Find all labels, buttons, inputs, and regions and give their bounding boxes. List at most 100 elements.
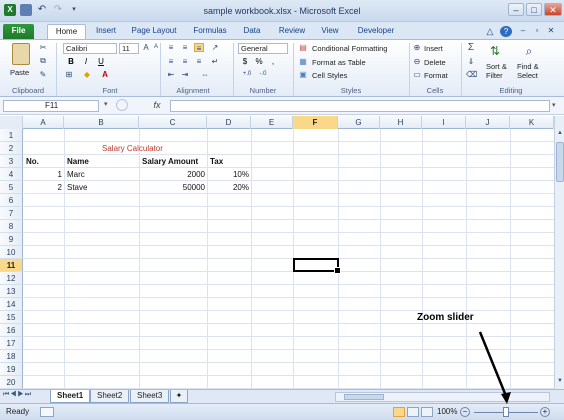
normal-view-icon[interactable] [393, 407, 405, 417]
minimize-ribbon-icon[interactable]: △ [484, 24, 496, 39]
row-header-9[interactable]: 9 [0, 233, 23, 246]
copy-icon[interactable]: ⧉ [38, 56, 48, 65]
conditional-formatting-icon[interactable]: ▤ [298, 43, 308, 52]
help-icon[interactable]: ? [500, 26, 512, 37]
align-bottom-icon[interactable]: ≡ [194, 43, 204, 53]
conditional-formatting-button[interactable]: Conditional Formatting [312, 44, 387, 53]
row-header-15[interactable]: 15 [0, 311, 23, 324]
macro-record-icon[interactable] [40, 407, 54, 417]
cell-b3[interactable]: Name [67, 155, 89, 168]
name-box-dropdown-icon[interactable]: ▾ [104, 100, 112, 108]
doc-minimize-icon[interactable]: – [518, 24, 528, 39]
merge-center-icon[interactable]: ⇔ [200, 70, 210, 79]
insert-cells-icon[interactable]: ⊕ [412, 43, 422, 52]
currency-button[interactable]: $ [240, 57, 250, 66]
clear-icon[interactable]: ⌫ [466, 70, 477, 79]
wrap-text-icon[interactable]: ↵ [210, 57, 220, 66]
maximize-button[interactable]: □ [526, 3, 542, 16]
sort-filter-button[interactable]: Sort & [486, 62, 507, 71]
row-header-19[interactable]: 19 [0, 363, 23, 376]
zoom-out-icon[interactable]: − [460, 407, 470, 417]
delete-button[interactable]: Delete [424, 58, 446, 67]
cut-icon[interactable]: ✂ [38, 43, 48, 52]
cell-c3[interactable]: Salary Amount [142, 155, 198, 168]
cell-b4[interactable]: Marc [67, 168, 85, 181]
grow-font-icon[interactable]: A [141, 43, 151, 52]
cell-styles-button[interactable]: Cell Styles [312, 71, 347, 80]
expand-formula-bar-icon[interactable]: ▾ [552, 101, 560, 109]
delete-cells-icon[interactable]: ⊖ [412, 57, 422, 66]
find-select-icon[interactable]: ⌕ [522, 43, 536, 59]
sort-filter-icon[interactable]: ⇅ [488, 43, 502, 59]
font-name-select[interactable]: Calibri [63, 43, 117, 54]
italic-button[interactable]: I [81, 57, 91, 66]
paste-icon[interactable] [12, 43, 30, 65]
autosum-button[interactable]: Σ [466, 43, 476, 53]
row-header-13[interactable]: 13 [0, 285, 23, 298]
row-header-6[interactable]: 6 [0, 194, 23, 207]
format-painter-icon[interactable]: ✎ [38, 70, 48, 79]
row-header-11[interactable]: 11 [0, 259, 23, 272]
row-header-3[interactable]: 3 [0, 155, 23, 168]
sheet-tab-1[interactable]: Sheet1 [50, 390, 91, 403]
row-header-5[interactable]: 5 [0, 181, 23, 194]
underline-button[interactable]: U [96, 57, 106, 66]
select-all-corner[interactable] [0, 116, 23, 129]
row-header-18[interactable]: 18 [0, 350, 23, 363]
zoom-level[interactable]: 100% [437, 407, 457, 416]
column-header-i[interactable]: I [422, 116, 466, 129]
insert-sheet-icon[interactable]: ✦ [170, 390, 188, 403]
tab-view[interactable]: View [318, 24, 342, 39]
number-format-select[interactable]: General [238, 43, 288, 54]
tab-insert[interactable]: Insert [92, 24, 120, 39]
tab-review[interactable]: Review [276, 24, 308, 39]
row-header-4[interactable]: 4 [0, 168, 23, 181]
insert-button[interactable]: Insert [424, 44, 443, 53]
column-header-c[interactable]: C [139, 116, 207, 129]
sheet-nav-arrows-icon[interactable]: ⏮◀▶⏭ [3, 391, 32, 399]
horizontal-scroll-thumb[interactable] [344, 394, 384, 400]
column-header-j[interactable]: J [466, 116, 510, 129]
column-header-k[interactable]: K [510, 116, 554, 129]
minimize-button[interactable]: – [508, 3, 524, 16]
cell-b2[interactable]: Salary Calculator [102, 142, 163, 155]
increase-decimal-button[interactable]: +.0 [240, 70, 254, 79]
find-select-button-line2[interactable]: Select [517, 71, 538, 80]
find-select-button[interactable]: Find & [517, 62, 539, 71]
sheet-tab-2[interactable]: Sheet2 [90, 390, 130, 403]
cell-a4[interactable]: 1 [26, 168, 62, 181]
font-size-select[interactable]: 11 [119, 43, 139, 54]
insert-function-button[interactable]: fx [146, 100, 168, 112]
doc-restore-icon[interactable]: ▫ [532, 24, 542, 39]
tab-home[interactable]: Home [47, 24, 86, 39]
comma-button[interactable]: , [268, 57, 278, 66]
tab-developer[interactable]: Developer [354, 24, 398, 39]
cell-a5[interactable]: 2 [26, 181, 62, 194]
cell-c4[interactable]: 2000 [142, 168, 205, 181]
paste-button[interactable]: Paste [10, 68, 29, 77]
format-as-table-icon[interactable]: ▦ [298, 57, 308, 66]
tab-formulas[interactable]: Formulas [190, 24, 230, 39]
fill-color-icon[interactable]: ◆ [82, 70, 92, 79]
doc-close-icon[interactable]: ✕ [546, 24, 556, 39]
row-header-17[interactable]: 17 [0, 337, 23, 350]
tab-page-layout[interactable]: Page Layout [128, 24, 180, 39]
font-color-icon[interactable]: A [100, 70, 110, 79]
format-cells-icon[interactable]: ▭ [412, 70, 422, 79]
tab-data[interactable]: Data [240, 24, 264, 39]
row-header-8[interactable]: 8 [0, 220, 23, 233]
align-middle-icon[interactable]: ≡ [180, 43, 190, 52]
zoom-slider-thumb[interactable] [503, 407, 509, 417]
row-header-12[interactable]: 12 [0, 272, 23, 285]
close-button[interactable]: ✕ [544, 3, 562, 16]
cell-a3[interactable]: No. [26, 155, 39, 168]
row-header-16[interactable]: 16 [0, 324, 23, 337]
fill-icon[interactable]: ⇓ [466, 57, 476, 66]
active-cell-f11[interactable] [293, 258, 341, 274]
column-header-g[interactable]: G [338, 116, 380, 129]
align-center-icon[interactable]: ≡ [180, 57, 190, 66]
row-header-20[interactable]: 20 [0, 376, 23, 389]
page-break-view-icon[interactable] [421, 407, 433, 417]
cell-c5[interactable]: 50000 [142, 181, 205, 194]
bold-button[interactable]: B [66, 57, 76, 66]
